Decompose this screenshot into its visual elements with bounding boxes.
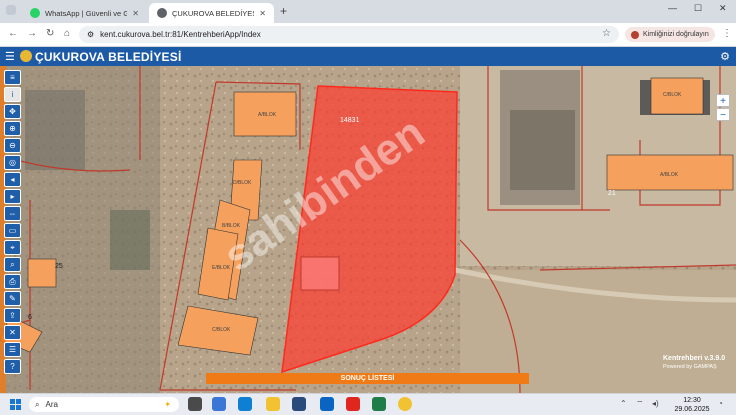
forward-button[interactable]: → (27, 28, 37, 39)
avatar (631, 30, 639, 39)
version-label: Kentrehberi v.3.9.0 (663, 355, 726, 362)
parcel-number: 14831 (340, 117, 360, 124)
clear-icon[interactable]: ✕ (4, 325, 21, 340)
tab-whatsapp[interactable]: WhatsApp | Güvenli ve Güvenilir ✕ (22, 3, 147, 23)
chrome-icon[interactable] (398, 397, 412, 411)
globe-icon (157, 8, 167, 18)
back-button[interactable]: ← (8, 28, 18, 39)
system-clock[interactable]: 12:30 29.06.2025 (672, 396, 712, 414)
block-label: E/BLOK (212, 265, 231, 271)
measure-area-icon[interactable]: ▭ (4, 223, 21, 238)
search-placeholder: Ara (45, 400, 58, 409)
url-field[interactable]: ⚙ kent.cukurova.bel.tr:81/KentrehberiApp… (79, 26, 619, 43)
block-label: B/BLOK (222, 223, 241, 229)
address-bar-row: ← → ↻ ⌂ ⚙ kent.cukurova.bel.tr:81/Kentre… (0, 23, 736, 47)
app-title: ÇUKUROVA BELEDİYESİ (35, 50, 182, 64)
minimize-button[interactable]: — (668, 3, 677, 13)
new-tab-button[interactable]: + (280, 4, 287, 18)
youtube-icon[interactable] (346, 397, 360, 411)
search-parcel-icon[interactable]: ⌕ (4, 257, 21, 272)
search-highlight-icon: ✦ (164, 400, 171, 409)
clock-date: 29.06.2025 (674, 406, 710, 413)
full-extent-icon[interactable]: ◎ (4, 155, 21, 170)
zoom-in-button[interactable]: + (716, 94, 730, 107)
volume-icon[interactable]: ◂) (652, 399, 659, 408)
parcel-number: 25 (55, 263, 63, 270)
share-icon[interactable]: ⇪ (4, 308, 21, 323)
parcel-number: 6 (28, 314, 32, 321)
network-icon[interactable]: ⌔ (636, 399, 644, 409)
close-window-button[interactable]: ✕ (719, 3, 727, 14)
outlook-icon[interactable] (320, 397, 334, 411)
zoom-out-tool-icon[interactable]: ⊖ (4, 138, 21, 153)
task-view-icon[interactable] (188, 397, 202, 411)
results-list-bar[interactable]: SONUÇ LİSTESİ (206, 373, 529, 384)
url-text: kent.cukurova.bel.tr:81/KentrehberiApp/I… (100, 30, 261, 39)
taskbar-search-input[interactable]: ⌕ Ara ✦ (29, 397, 179, 412)
block-label: D/BLOK (233, 180, 252, 186)
verify-label: Kimliğinizi doğrulayın (643, 31, 709, 38)
search-icon: ⌕ (35, 399, 40, 409)
windows-taskbar: ⌕ Ara ✦ ⌃ ⌔ ◂) 12:30 29.06.2025 ◔ (0, 393, 736, 415)
close-tab-icon[interactable]: ✕ (259, 9, 266, 18)
whatsapp-icon (30, 8, 40, 18)
browser-tab-strip: WhatsApp | Güvenli ve Güvenilir ✕ ÇUKURO… (0, 0, 736, 23)
map-toolbar: ≡ i ✥ ⊕ ⊖ ◎ ◂ ▸ ⇔ ▭ ⌖ ⌕ ⎙ ✎ ⇪ ✕ ☰ ? (4, 70, 22, 376)
tab-title: ÇUKUROVA BELEDİYESİ KENTR (172, 8, 254, 18)
map-view[interactable]: sahibinden A/BLOK D/BLOK B/BLOK E/BLOK C… (0, 66, 736, 393)
block-label: C/BLOK (663, 92, 682, 98)
store-icon[interactable] (292, 397, 306, 411)
windows-start-icon[interactable] (10, 399, 21, 410)
app-header: ☰ ÇUKUROVA BELEDİYESİ ⚙ (0, 47, 736, 66)
info-icon[interactable]: i (4, 87, 21, 102)
maximize-button[interactable]: ☐ (694, 3, 702, 14)
tray-chevron-icon[interactable]: ⌃ (620, 399, 627, 408)
site-info-icon[interactable]: ⚙ (87, 30, 94, 39)
municipality-logo (20, 50, 32, 62)
close-tab-icon[interactable]: ✕ (132, 9, 139, 18)
file-explorer-icon[interactable] (266, 397, 280, 411)
copilot-icon[interactable] (212, 397, 226, 411)
reload-button[interactable]: ↻ (46, 28, 54, 39)
powered-by-label: Powered by GAMPAŞ (663, 364, 717, 370)
parcel-number: 21 (608, 190, 616, 197)
notification-bell-icon[interactable]: ◔ (718, 399, 723, 408)
excel-icon[interactable] (372, 397, 386, 411)
locate-icon[interactable]: ⌖ (4, 240, 21, 255)
block-label: A/BLOK (258, 112, 277, 118)
settings-gear-icon[interactable]: ⚙ (720, 50, 730, 63)
zoom-controls: + − (716, 94, 730, 122)
zoom-out-button[interactable]: − (716, 108, 730, 121)
tab-title: WhatsApp | Güvenli ve Güvenilir (45, 8, 128, 18)
hamburger-menu-icon[interactable]: ☰ (5, 50, 15, 63)
satellite-imagery (0, 66, 736, 393)
measure-length-icon[interactable]: ⇔ (4, 206, 21, 221)
print-icon[interactable]: ⎙ (4, 274, 21, 289)
edge-icon[interactable] (238, 397, 252, 411)
block-label: A/BLOK (660, 172, 679, 178)
next-icon[interactable]: ▸ (4, 189, 21, 204)
layers-icon[interactable]: ≡ (4, 70, 21, 85)
bookmark-star-icon[interactable]: ☆ (602, 28, 611, 39)
zoom-in-tool-icon[interactable]: ⊕ (4, 121, 21, 136)
block-label: C/BLOK (212, 327, 231, 333)
tab-search-icon[interactable] (6, 5, 16, 15)
tab-cukurova[interactable]: ÇUKUROVA BELEDİYESİ KENTR ✕ (149, 3, 274, 23)
legend-icon[interactable]: ☰ (4, 342, 21, 357)
previous-icon[interactable]: ◂ (4, 172, 21, 187)
draw-icon[interactable]: ✎ (4, 291, 21, 306)
browser-menu-button[interactable]: ⋮ (722, 28, 732, 39)
help-icon[interactable]: ? (4, 359, 21, 374)
verify-identity-button[interactable]: Kimliğinizi doğrulayın (625, 27, 715, 42)
pan-icon[interactable]: ✥ (4, 104, 21, 119)
clock-time: 12:30 (683, 397, 701, 404)
home-button[interactable]: ⌂ (64, 28, 70, 39)
